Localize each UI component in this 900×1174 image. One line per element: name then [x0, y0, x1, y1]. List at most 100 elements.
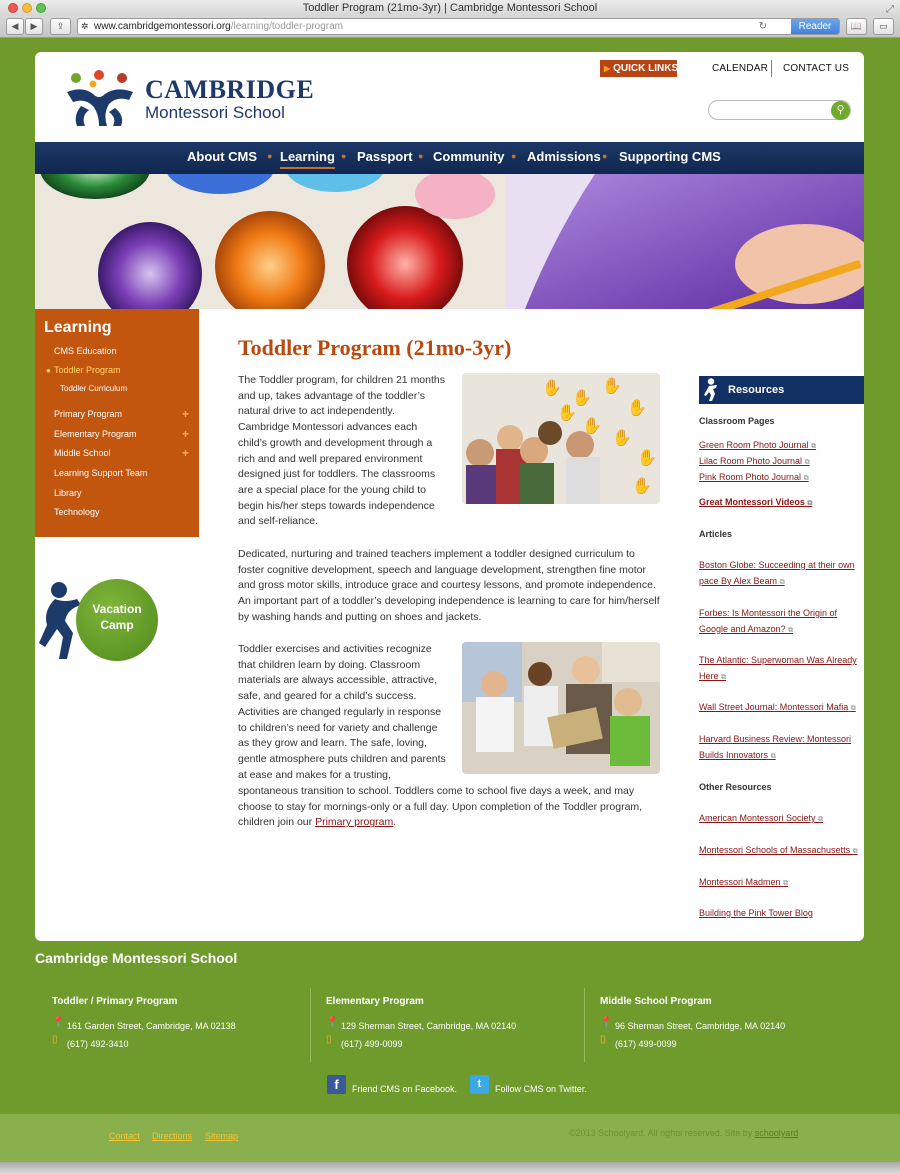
sidebar-item-elementary-program[interactable]: Elementary Program: [54, 429, 137, 439]
period: .: [393, 816, 397, 829]
article-link-wsj[interactable]: Wall Street Journal: Montessori Mafia ⧉: [699, 700, 864, 717]
sidebar-item-toddler-curriculum[interactable]: Toddler Curriculum: [60, 384, 127, 393]
external-link-icon: ⧉: [770, 752, 776, 760]
vacation-camp-label: Vacation Camp: [76, 601, 158, 633]
article-link-forbes[interactable]: Forbes: Is Montessori the Origin of Goog…: [699, 606, 864, 638]
schoolyard-link[interactable]: schoolyard: [755, 1128, 799, 1138]
nav-passport[interactable]: Passport: [357, 149, 413, 164]
article-link-hbr[interactable]: Harvard Business Review: Montessori Buil…: [699, 732, 864, 764]
sidebar-item-middle-school[interactable]: Middle School: [54, 448, 111, 458]
sidebar-item-technology[interactable]: Technology: [54, 507, 100, 517]
twitter-link[interactable]: Follow CMS on Twitter.: [495, 1084, 587, 1094]
link-text: Pink Room Photo Journal: [699, 472, 802, 482]
svg-text:✋: ✋: [602, 376, 622, 395]
sidebar-item-primary-program[interactable]: Primary Program: [54, 409, 122, 419]
external-link-icon: ⧉: [811, 443, 817, 450]
copyright-text: ©2013 Schoolyard. All rights reserved. S…: [569, 1128, 798, 1138]
back-button[interactable]: ◀: [6, 18, 24, 35]
section-nav: Learning CMS Education ● Toddler Program…: [35, 309, 199, 537]
other-link-mass-schools[interactable]: Montessori Schools of Massachusetts ⧉: [699, 843, 864, 860]
nav-separator: ●: [341, 151, 347, 161]
window-bottom-edge: [0, 1162, 900, 1174]
minimize-window-button[interactable]: [22, 3, 32, 13]
handprint-wall-photo: ✋ ✋ ✋ ✋ ✋ ✋ ✋ ✋ ✋: [462, 373, 660, 504]
sidebar-item-library[interactable]: Library: [54, 488, 82, 498]
footer-address: 161 Garden Street, Cambridge, MA 02138: [67, 1021, 236, 1031]
search-input[interactable]: [708, 100, 851, 120]
sidebar-item-cms-education[interactable]: CMS Education: [54, 346, 117, 356]
bookmarks-button[interactable]: 📖: [846, 18, 867, 35]
footer-directions-link[interactable]: Directions: [152, 1131, 192, 1141]
link-text: Great Montessori Videos: [699, 497, 805, 507]
calendar-link[interactable]: CALENDAR: [712, 63, 768, 74]
facebook-icon[interactable]: f: [327, 1075, 346, 1094]
triangle-right-icon: ▶: [604, 64, 611, 73]
external-link-icon: ⧉: [804, 459, 810, 466]
lilac-room-link[interactable]: Lilac Room Photo Journal ⧉: [699, 454, 864, 471]
page-title: Toddler Program (21mo-3yr): [238, 335, 512, 360]
close-window-button[interactable]: [8, 3, 18, 13]
page-card: CAMBRIDGE Montessori School ▶ QUICK LINKS…: [35, 52, 864, 941]
external-link-icon: ⧉: [721, 673, 727, 681]
external-link-icon: ⧉: [783, 880, 789, 887]
vacation-camp-button[interactable]: Vacation Camp: [76, 579, 158, 661]
article-link-boston-globe[interactable]: Boston Globe: Succeeding at their own pa…: [699, 558, 864, 590]
nav-admissions[interactable]: Admissions: [527, 149, 601, 164]
expand-plus-icon[interactable]: +: [182, 446, 189, 460]
green-room-link[interactable]: Green Room Photo Journal ⧉: [699, 438, 864, 455]
location-pin-icon: 📍: [52, 1017, 65, 1028]
footer-col-title: Elementary Program: [326, 996, 424, 1007]
main-nav: About CMS ● Learning ● Passport ● Commun…: [35, 142, 864, 174]
footer-col-title: Toddler / Primary Program: [52, 996, 178, 1007]
phone-icon: ▯: [600, 1034, 606, 1045]
reload-icon[interactable]: ↻: [759, 19, 767, 34]
quick-links-button[interactable]: ▶ QUICK LINKS: [600, 60, 679, 77]
link-text: Boston Globe: Succeeding at their own pa…: [699, 560, 855, 586]
sidebar-item-learning-support[interactable]: Learning Support Team: [54, 468, 147, 478]
quick-links-label: QUICK LINKS: [613, 63, 679, 74]
nav-supporting[interactable]: Supporting CMS: [619, 149, 721, 164]
svg-text:✋: ✋: [627, 398, 647, 417]
address-bar[interactable]: ✲ www.cambridgemontessori.org/learning/t…: [77, 18, 840, 35]
external-link-icon: ⧉: [850, 705, 856, 712]
footer-divider: [310, 988, 311, 1062]
other-link-pink-tower[interactable]: Building the Pink Tower Blog: [699, 906, 864, 922]
expand-plus-icon[interactable]: +: [182, 427, 189, 441]
share-button[interactable]: ⇪: [50, 18, 71, 35]
sidebar-item-toddler-program[interactable]: Toddler Program: [54, 365, 121, 375]
twitter-icon[interactable]: t: [470, 1075, 489, 1094]
primary-program-link[interactable]: Primary program: [315, 816, 393, 828]
divider: [771, 60, 772, 77]
search-button[interactable]: ⚲: [831, 101, 850, 120]
other-link-ams[interactable]: American Montessori Society ⧉: [699, 811, 864, 828]
svg-text:✋: ✋: [637, 448, 657, 467]
nav-about[interactable]: About CMS: [187, 149, 257, 164]
forward-button[interactable]: ▶: [25, 18, 43, 35]
facebook-link[interactable]: Friend CMS on Facebook.: [352, 1084, 457, 1094]
reader-button[interactable]: Reader: [791, 19, 839, 34]
nav-community[interactable]: Community: [433, 149, 505, 164]
pink-room-link[interactable]: Pink Room Photo Journal ⧉: [699, 470, 864, 487]
intro-paragraph: The Toddler program, for children 21 mon…: [238, 374, 445, 528]
footer-sitemap-link[interactable]: Sitemap: [205, 1131, 238, 1141]
nav-learning[interactable]: Learning: [280, 149, 335, 169]
external-link-icon: ⧉: [788, 626, 794, 634]
svg-text:✋: ✋: [612, 428, 632, 447]
link-text: American Montessori Society: [699, 813, 816, 823]
sidebar-toggle-button[interactable]: ▭: [873, 18, 894, 35]
footer-school-name: Cambridge Montessori School: [35, 950, 238, 966]
article-link-atlantic[interactable]: The Atlantic: Superwoman Was Already Her…: [699, 653, 864, 685]
window-title: Toddler Program (21mo-3yr) | Cambridge M…: [302, 2, 598, 14]
montessori-videos-link[interactable]: Great Montessori Videos ⧉: [699, 495, 864, 512]
other-resources-heading: Other Resources: [699, 782, 772, 792]
url-path: /learning/toddler-program: [230, 21, 343, 32]
zoom-window-button[interactable]: [36, 3, 46, 13]
window-titlebar: Toddler Program (21mo-3yr) | Cambridge M…: [0, 0, 900, 16]
school-logo[interactable]: CAMBRIDGE Montessori School: [63, 70, 314, 130]
expand-plus-icon[interactable]: +: [182, 407, 189, 421]
footer-contact-link[interactable]: Contact: [109, 1131, 140, 1141]
external-link-icon: ⧉: [818, 816, 824, 823]
contact-link[interactable]: CONTACT US: [783, 63, 849, 74]
other-link-madmen[interactable]: Montessori Madmen ⧉: [699, 875, 864, 892]
footer-address: 96 Sherman Street, Cambridge, MA 02140: [615, 1021, 786, 1031]
